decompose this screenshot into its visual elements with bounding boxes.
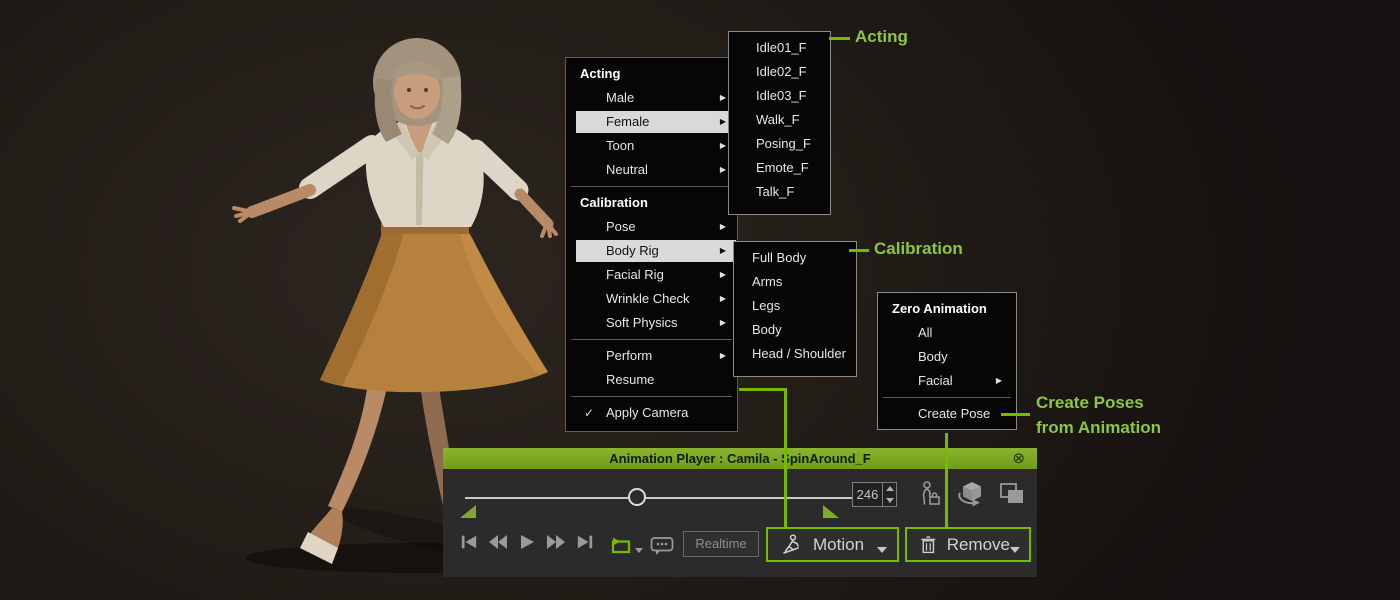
rewind-button[interactable] xyxy=(488,534,508,550)
close-icon[interactable]: ⊗ xyxy=(1012,449,1025,468)
submenu-acting-female: Idle01_F Idle02_F Idle03_F Walk_F Posing… xyxy=(728,31,831,215)
menu-item-posingf[interactable]: Posing_F xyxy=(729,132,830,156)
submenu-arrow-icon: ▶ xyxy=(720,158,726,182)
menu-item-full-body[interactable]: Full Body xyxy=(734,246,856,270)
menu-item-body[interactable]: Body xyxy=(734,318,856,342)
annotation-dash-create-pose xyxy=(1001,413,1030,416)
menu-section-header-calibration: Calibration xyxy=(566,191,737,215)
submenu-arrow-icon: ▶ xyxy=(720,239,726,263)
motion-button[interactable]: Motion xyxy=(766,527,899,562)
remove-button[interactable]: Remove xyxy=(905,527,1031,562)
play-button[interactable] xyxy=(517,534,537,550)
submenu-arrow-icon: ▶ xyxy=(996,369,1002,393)
submenu-arrow-icon: ▶ xyxy=(720,263,726,287)
context-menu-main: Acting Male ▶ Female ▶ Toon ▶ Neutral ▶ … xyxy=(565,57,738,432)
menu-item-female[interactable]: Female ▶ xyxy=(566,110,737,134)
timeline-track[interactable] xyxy=(465,497,855,499)
submenu-arrow-icon: ▶ xyxy=(720,134,726,158)
loop-playback-icon[interactable] xyxy=(609,537,633,556)
submenu-arrow-icon: ▶ xyxy=(720,344,726,368)
submenu-body-rig: Full Body Arms Legs Body Head / Shoulder xyxy=(733,241,857,377)
annotation-dash-acting xyxy=(829,37,850,40)
menu-item-body-rig[interactable]: Body Rig ▶ xyxy=(566,239,737,263)
frame-spin-up[interactable] xyxy=(883,483,896,495)
menu-section-header-acting: Acting xyxy=(566,62,737,86)
motion-button-label: Motion xyxy=(813,535,864,555)
annotation-dash-calibration xyxy=(849,249,869,252)
submenu-arrow-icon: ▶ xyxy=(720,287,726,311)
character-lock-icon[interactable] xyxy=(917,480,943,508)
fast-forward-button[interactable] xyxy=(546,534,566,550)
menu-item-male[interactable]: Male ▶ xyxy=(566,86,737,110)
menu-item-idle02f[interactable]: Idle02_F xyxy=(729,60,830,84)
menu-item-apply-camera[interactable]: ✓ Apply Camera xyxy=(566,401,737,425)
duplicate-layers-icon[interactable] xyxy=(999,482,1026,506)
comment-bubble-icon[interactable] xyxy=(650,536,674,556)
menu-separator xyxy=(571,186,732,187)
menu-item-wrinkle-check[interactable]: Wrinkle Check ▶ xyxy=(566,287,737,311)
annotation-acting: Acting xyxy=(855,27,908,47)
remove-button-label: Remove xyxy=(947,535,1010,555)
loop-options-caret[interactable] xyxy=(635,548,643,553)
submenu-arrow-icon: ▶ xyxy=(720,110,726,134)
remove-dropdown-caret xyxy=(1010,547,1020,553)
connector-motion-horizontal xyxy=(739,388,787,391)
menu-item-legs[interactable]: Legs xyxy=(734,294,856,318)
submenu-arrow-icon: ▶ xyxy=(720,311,726,335)
menu-item-create-pose[interactable]: Create Pose xyxy=(878,402,1016,426)
timeline-handle[interactable] xyxy=(628,488,646,506)
menu-separator xyxy=(571,396,732,397)
menu-item-idle01f[interactable]: Idle01_F xyxy=(729,36,830,60)
submenu-arrow-icon: ▶ xyxy=(720,86,726,110)
range-start-marker[interactable] xyxy=(460,505,476,518)
connector-motion-vertical xyxy=(784,388,787,529)
menu-item-talkf[interactable]: Talk_F xyxy=(729,180,830,204)
menu-item-resume[interactable]: Resume xyxy=(566,368,737,392)
menu-separator xyxy=(883,397,1011,398)
animation-player-title: Animation Player : Camila - SpinAround_F xyxy=(609,451,870,466)
menu-item-idle03f[interactable]: Idle03_F xyxy=(729,84,830,108)
menu-separator xyxy=(571,339,732,340)
frame-spinner xyxy=(882,483,896,506)
frame-number-input[interactable]: 246 xyxy=(852,482,897,507)
motion-person-icon xyxy=(780,534,802,556)
menu-item-zero-body[interactable]: Body xyxy=(878,345,1016,369)
rotate-object-icon[interactable] xyxy=(956,480,988,508)
menu-item-neutral[interactable]: Neutral ▶ xyxy=(566,158,737,182)
menu-item-head-shoulder[interactable]: Head / Shoulder xyxy=(734,342,856,366)
menu-item-arms[interactable]: Arms xyxy=(734,270,856,294)
connector-remove-vertical xyxy=(945,433,948,529)
menu-item-pose[interactable]: Pose ▶ xyxy=(566,215,737,239)
menu-item-perform[interactable]: Perform ▶ xyxy=(566,344,737,368)
menu-section-header-zero-animation: Zero Animation xyxy=(878,297,1016,321)
frame-number-value: 246 xyxy=(853,483,882,506)
menu-item-all[interactable]: All xyxy=(878,321,1016,345)
viewport-3d[interactable]: Acting Male ▶ Female ▶ Toon ▶ Neutral ▶ … xyxy=(0,0,1400,600)
menu-item-walkf[interactable]: Walk_F xyxy=(729,108,830,132)
annotation-calibration: Calibration xyxy=(874,239,963,259)
menu-item-facial[interactable]: Facial ▶ xyxy=(878,369,1016,393)
frame-spin-down[interactable] xyxy=(883,495,896,507)
submenu-arrow-icon: ▶ xyxy=(720,215,726,239)
menu-item-soft-physics[interactable]: Soft Physics ▶ xyxy=(566,311,737,335)
trash-icon xyxy=(920,535,937,555)
menu-item-facial-rig[interactable]: Facial Rig ▶ xyxy=(566,263,737,287)
realtime-button[interactable]: Realtime xyxy=(683,531,759,557)
menu-item-toon[interactable]: Toon ▶ xyxy=(566,134,737,158)
range-end-marker[interactable] xyxy=(823,505,839,518)
go-to-start-button[interactable] xyxy=(459,534,479,550)
transport-buttons xyxy=(459,534,595,550)
menu-zero-animation: Zero Animation All Body Facial ▶ Create … xyxy=(877,292,1017,430)
motion-dropdown-caret xyxy=(877,547,887,553)
annotation-create-poses: Create Poses from Animation xyxy=(1036,390,1161,440)
menu-item-emotef[interactable]: Emote_F xyxy=(729,156,830,180)
go-to-end-button[interactable] xyxy=(575,534,595,550)
playback-controls: Realtime Motion Remove xyxy=(443,528,1037,568)
